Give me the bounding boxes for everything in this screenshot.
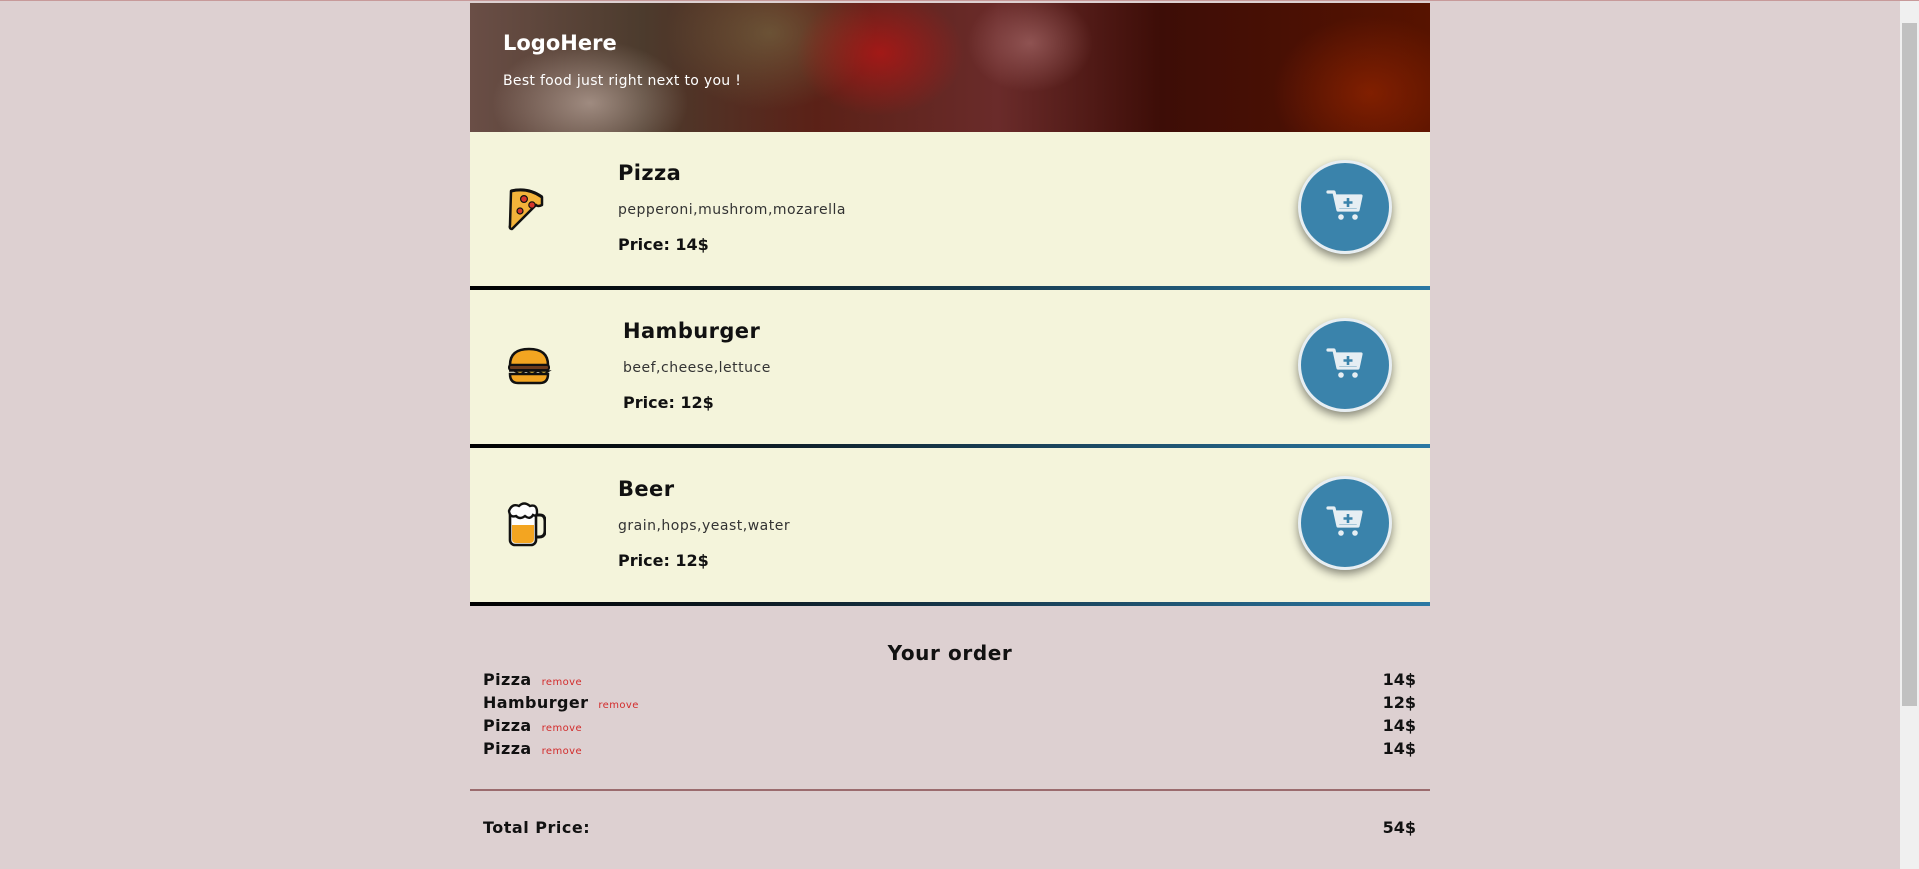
item-price: Price: 14$ xyxy=(618,235,709,254)
order-item-price: 12$ xyxy=(1382,693,1416,712)
vertical-scrollbar[interactable] xyxy=(1900,1,1919,869)
order-item-name: Pizza xyxy=(483,670,532,689)
item-ingredients: grain,hops,yeast,water xyxy=(618,518,791,534)
divider xyxy=(470,789,1430,791)
item-name: Pizza xyxy=(618,161,682,185)
hero-banner: LogoHere Best food just right next to yo… xyxy=(470,3,1430,132)
item-name: Beer xyxy=(618,477,675,501)
add-to-cart-button[interactable] xyxy=(1298,160,1392,254)
total-value: 54$ xyxy=(1382,818,1416,837)
item-ingredients: beef,cheese,lettuce xyxy=(623,360,771,376)
remove-link[interactable]: remove xyxy=(542,723,582,734)
logo[interactable]: LogoHere xyxy=(503,31,617,55)
page: LogoHere Best food just right next to yo… xyxy=(470,3,1430,858)
order-title: Your order xyxy=(887,641,1013,665)
total-row: Total Price: 54$ xyxy=(470,818,1430,858)
cart-plus-icon xyxy=(1326,504,1364,542)
order-item-price: 14$ xyxy=(1382,670,1416,689)
remove-link[interactable]: remove xyxy=(598,700,638,711)
remove-link[interactable]: remove xyxy=(542,677,582,688)
item-price: Price: 12$ xyxy=(618,551,709,570)
tagline: Best food just right next to you ! xyxy=(503,73,742,89)
order-item-price: 14$ xyxy=(1382,716,1416,735)
cart-plus-icon xyxy=(1326,188,1364,226)
beer-icon xyxy=(506,501,547,549)
scrollbar-thumb[interactable] xyxy=(1902,23,1917,706)
order-row: Pizza remove 14$ xyxy=(470,668,1430,691)
menu-item-beer: Beer grain,hops,yeast,water Price: 12$ xyxy=(470,448,1430,606)
add-to-cart-button[interactable] xyxy=(1298,476,1392,570)
item-price: Price: 12$ xyxy=(623,393,714,412)
item-ingredients: pepperoni,mushrom,mozarella xyxy=(618,202,846,218)
order-item-name: Hamburger xyxy=(483,693,589,712)
order-summary: Your order Pizza remove 14$ Hamburger remo… xyxy=(470,638,1430,858)
hamburger-icon xyxy=(506,343,552,391)
menu-item-hamburger: Hamburger beef,cheese,lettuce Price: 12$ xyxy=(470,290,1430,448)
item-name: Hamburger xyxy=(623,319,761,343)
total-label: Total Price: xyxy=(483,818,591,837)
pizza-icon xyxy=(506,185,546,233)
order-item-name: Pizza xyxy=(483,739,532,758)
cart-plus-icon xyxy=(1326,346,1364,384)
add-to-cart-button[interactable] xyxy=(1298,318,1392,412)
order-row: Pizza remove 14$ xyxy=(470,737,1430,760)
order-item-name: Pizza xyxy=(483,716,532,735)
order-row: Hamburger remove 12$ xyxy=(470,691,1430,714)
remove-link[interactable]: remove xyxy=(542,746,582,757)
menu-item-pizza: Pizza pepperoni,mushrom,mozarella Price:… xyxy=(470,132,1430,290)
order-item-price: 14$ xyxy=(1382,739,1416,758)
order-row: Pizza remove 14$ xyxy=(470,714,1430,737)
